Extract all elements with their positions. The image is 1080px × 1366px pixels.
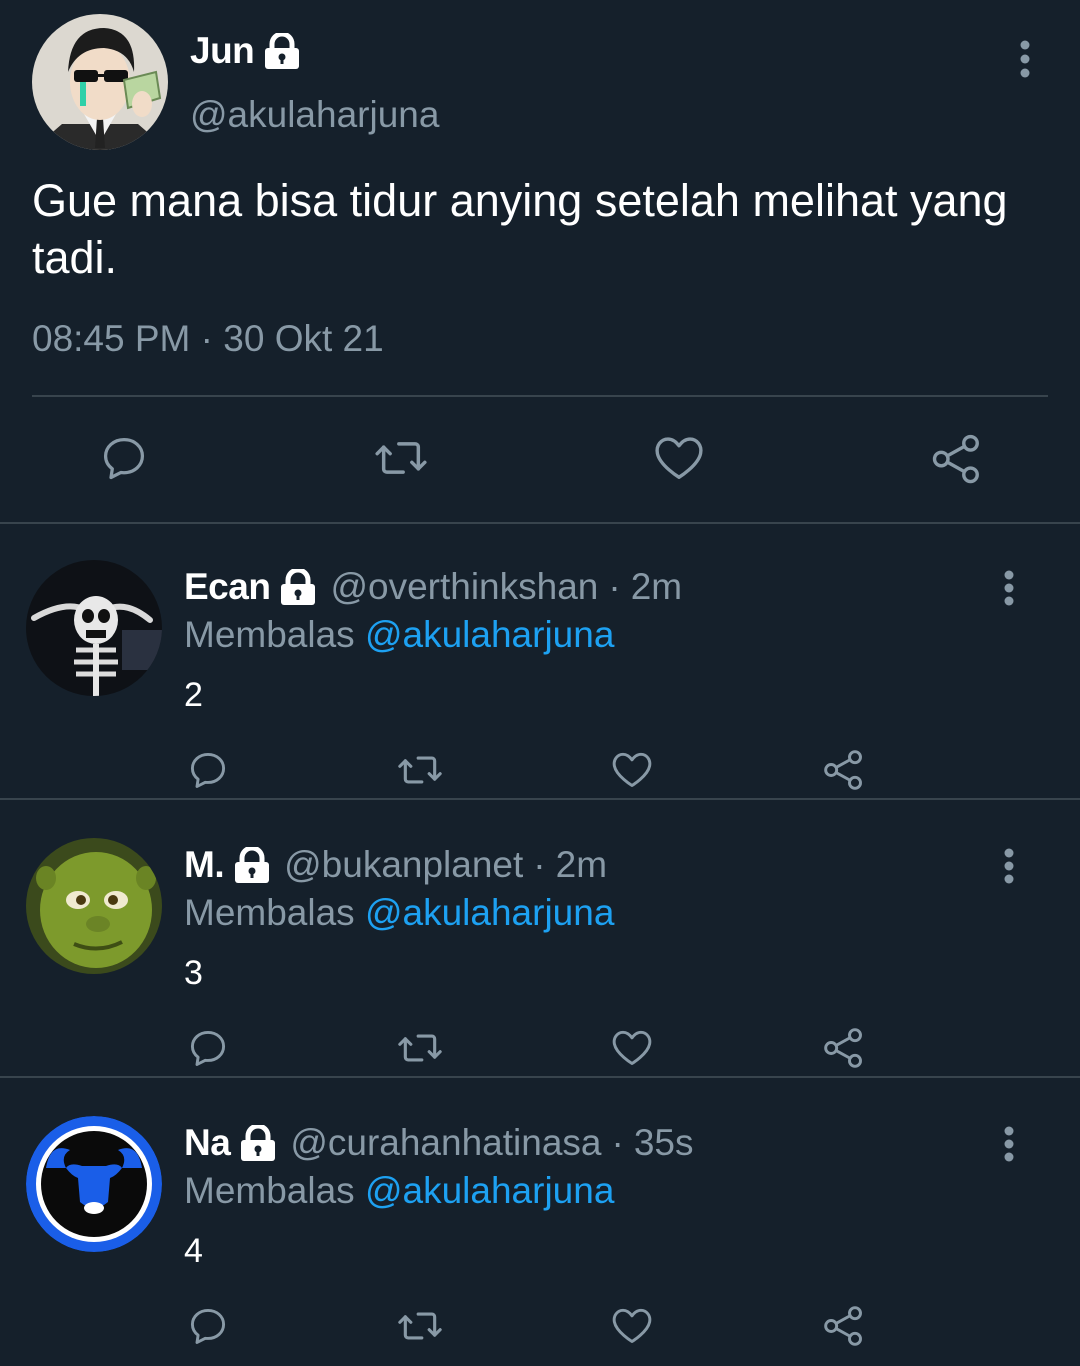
reply-avatar[interactable]	[26, 838, 162, 974]
main-tweet: Jun @akulaharjuna Gue mana bisa tidur an…	[0, 0, 1080, 524]
reply-author-name[interactable]: Na	[184, 1122, 231, 1164]
more-options-icon[interactable]	[994, 1126, 1024, 1162]
reply-tweet[interactable]: Na @curahanhatinasa · 35s Membalas @akul…	[0, 1078, 1080, 1354]
like-icon	[655, 437, 703, 479]
author-avatar[interactable]	[32, 14, 168, 150]
share-button[interactable]	[822, 1304, 866, 1348]
handle-separator: ·	[611, 1122, 624, 1163]
replying-to-handle[interactable]: @akulaharjuna	[365, 1170, 614, 1211]
retweet-icon	[398, 756, 442, 784]
reply-icon	[190, 1030, 226, 1066]
retweet-button[interactable]	[396, 1026, 444, 1070]
share-icon	[932, 434, 979, 484]
share-icon	[824, 1306, 862, 1346]
retweet-button[interactable]	[396, 1304, 444, 1348]
lock-icon	[278, 569, 318, 605]
like-button[interactable]	[652, 432, 706, 482]
reply-text: 3	[184, 954, 203, 992]
tweet-text: Gue mana bisa tidur anying setelah melih…	[32, 175, 1008, 283]
author-handle[interactable]: @akulaharjuna	[190, 94, 439, 136]
like-icon	[612, 1030, 652, 1065]
reply-author-name[interactable]: Ecan	[184, 566, 271, 608]
share-icon	[824, 1028, 862, 1068]
reply-age: 35s	[633, 1122, 694, 1163]
replying-to-label: Membalas	[184, 614, 355, 655]
reply-button[interactable]	[98, 432, 150, 484]
reply-avatar[interactable]	[26, 1116, 162, 1252]
more-options-icon[interactable]	[1010, 40, 1040, 80]
reply-author-handle[interactable]: @overthinkshan	[330, 566, 598, 608]
retweet-icon	[398, 1034, 442, 1062]
reply-button[interactable]	[186, 748, 230, 792]
tweet-date: 30 Okt 21	[223, 318, 384, 359]
like-button[interactable]	[610, 1026, 654, 1068]
retweet-icon	[375, 442, 427, 474]
share-button[interactable]	[930, 432, 984, 486]
reply-author-handle[interactable]: @bukanplanet	[284, 844, 523, 886]
tweet-time: 08:45 PM	[32, 318, 191, 359]
reply-icon	[103, 437, 145, 480]
reply-avatar[interactable]	[26, 560, 162, 696]
like-icon	[612, 752, 652, 787]
reply-author-handle[interactable]: @curahanhatinasa	[290, 1122, 601, 1164]
replying-to-label: Membalas	[184, 1170, 355, 1211]
share-icon	[824, 750, 862, 790]
reply-text: 4	[184, 1232, 203, 1270]
share-button[interactable]	[822, 748, 866, 792]
reply-age: 2m	[630, 566, 683, 607]
like-button[interactable]	[610, 1304, 654, 1346]
like-icon	[612, 1308, 652, 1343]
reply-tweet[interactable]: Ecan @overthinkshan · 2m Membalas @akula…	[0, 522, 1080, 800]
share-button[interactable]	[822, 1026, 866, 1070]
replying-to-handle[interactable]: @akulaharjuna	[365, 614, 614, 655]
lock-icon	[232, 847, 272, 883]
retweet-button[interactable]	[372, 432, 430, 484]
reply-tweet[interactable]: M. @bukanplanet · 2m Membalas @akulaharj…	[0, 800, 1080, 1078]
handle-separator: ·	[533, 844, 546, 885]
retweet-icon	[398, 1312, 442, 1340]
reply-text: 2	[184, 676, 203, 714]
more-options-icon[interactable]	[994, 570, 1024, 606]
reply-icon	[190, 752, 226, 788]
retweet-button[interactable]	[396, 748, 444, 792]
tweet-timestamp[interactable]: 08:45 PM · 30 Okt 21	[32, 318, 384, 360]
like-button[interactable]	[610, 748, 654, 790]
lock-icon	[238, 1125, 278, 1161]
author-name[interactable]: Jun	[190, 30, 255, 72]
replying-to-handle[interactable]: @akulaharjuna	[365, 892, 614, 933]
timestamp-separator: ·	[200, 318, 213, 359]
reply-author-name[interactable]: M.	[184, 844, 225, 886]
handle-separator: ·	[608, 566, 621, 607]
reply-icon	[190, 1308, 226, 1344]
more-options-icon[interactable]	[994, 848, 1024, 884]
reply-age: 2m	[555, 844, 608, 885]
reply-button[interactable]	[186, 1304, 230, 1348]
divider	[32, 395, 1048, 397]
reply-button[interactable]	[186, 1026, 230, 1070]
replying-to-label: Membalas	[184, 892, 355, 933]
lock-icon	[262, 33, 302, 69]
